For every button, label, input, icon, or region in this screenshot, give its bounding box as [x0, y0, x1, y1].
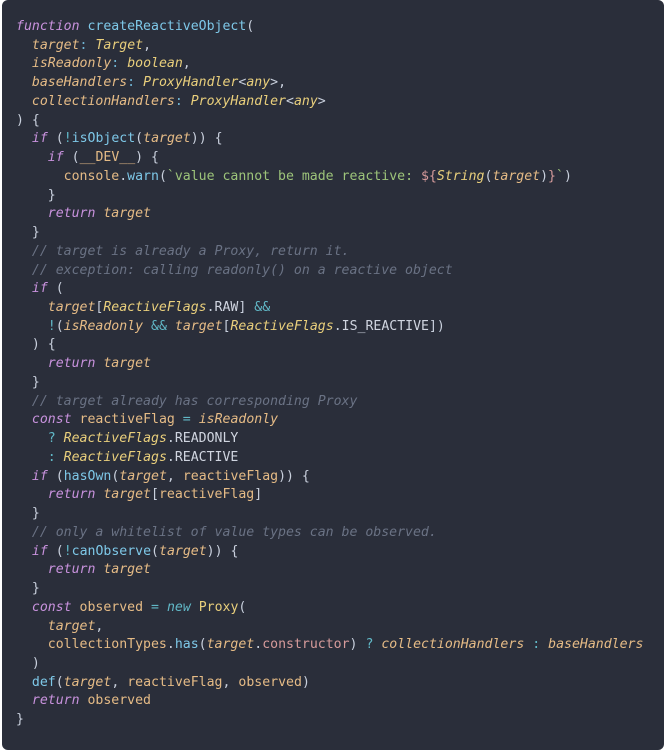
var-collectiontypes: collectionTypes [48, 637, 167, 652]
console: console [64, 169, 120, 184]
fn-def: def [32, 675, 56, 690]
string-part: `value cannot be made reactive: [167, 169, 421, 184]
var-observed: observed [80, 600, 144, 615]
keyword-return: return [48, 206, 96, 221]
param-collectionhandlers: collectionHandlers [32, 94, 175, 109]
keyword-function: function [16, 19, 80, 34]
var-dev: __DEV__ [80, 150, 136, 165]
type-target: Target [95, 38, 143, 53]
type-any: any [246, 75, 270, 90]
code-block: function createReactiveObject( target: T… [2, 0, 664, 750]
const-raw: RAW [215, 300, 239, 315]
const-readonly: READONLY [175, 431, 239, 446]
const-reactive: REACTIVE [175, 450, 239, 465]
fn-canobserve: canObserve [72, 544, 151, 559]
keyword-if: if [32, 131, 48, 146]
prop-constructor: constructor [262, 637, 349, 652]
comment: // target is already a Proxy, return it. [32, 244, 350, 259]
method-warn: warn [127, 169, 159, 184]
param-basehandlers: baseHandlers [32, 75, 127, 90]
comment: // only a whitelist of value types can b… [32, 525, 437, 540]
param-target: target [32, 38, 80, 53]
class-proxy: Proxy [199, 600, 239, 615]
method-has: has [175, 637, 199, 652]
keyword-new: new [167, 600, 191, 615]
fn-hasown: hasOwn [64, 469, 112, 484]
class-reactiveflags: ReactiveFlags [103, 300, 206, 315]
type-proxyhandler: ProxyHandler [143, 75, 238, 90]
keyword-const: const [32, 412, 72, 427]
function-name: createReactiveObject [87, 19, 246, 34]
comment: // exception: calling readonly() on a re… [32, 263, 453, 278]
type-boolean: boolean [127, 56, 183, 71]
fn-isobject: isObject [72, 131, 136, 146]
fn-string: String [437, 169, 485, 184]
var-reactiveflag: reactiveFlag [80, 412, 175, 427]
const-isreactive: IS_REACTIVE [342, 319, 429, 334]
param-isreadonly: isReadonly [32, 56, 111, 71]
comment: // target already has corresponding Prox… [32, 394, 358, 409]
